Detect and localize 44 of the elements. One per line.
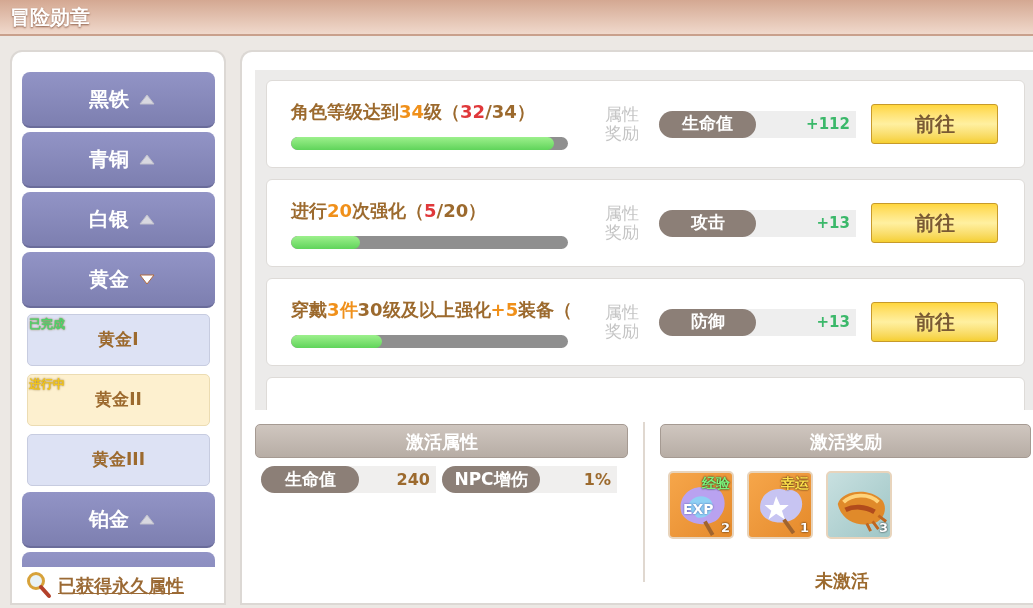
magnifier-icon <box>26 571 52 599</box>
section-header: 激活奖励 <box>660 424 1031 458</box>
section-header: 激活属性 <box>255 424 628 458</box>
stat-name: 生命值 <box>261 466 359 493</box>
attribute-value: +13 <box>815 212 851 234</box>
tier-item[interactable]: 黄金I 已完成 <box>27 314 210 366</box>
window-title: 冒险勋章 <box>10 4 90 31</box>
tier-item[interactable]: 黄金II 进行中 <box>27 374 210 426</box>
attribute-name: 防御 <box>659 308 756 336</box>
item-label: EXP <box>683 500 714 519</box>
reward-label: 属性奖励 <box>604 303 640 341</box>
permanent-attributes-link[interactable]: 已获得永久属性 <box>58 571 184 599</box>
activation-status: 未激活 <box>815 569 870 593</box>
status-label: 已完成 <box>29 316 65 333</box>
stat-value: 1% <box>582 468 612 491</box>
tier-item[interactable]: 黄金III <box>27 434 210 486</box>
go-button[interactable]: 前往 <box>871 203 998 243</box>
category-tab[interactable]: 黄金 <box>22 252 215 308</box>
reward-item[interactable]: 幸运 1 <box>747 471 813 539</box>
attribute-name: 攻击 <box>659 209 756 237</box>
reward-item[interactable]: 经验 EXP 2 <box>668 471 734 539</box>
item-tag: 幸运 <box>781 473 809 494</box>
stat-value: 240 <box>395 468 431 491</box>
go-button[interactable]: 前往 <box>871 104 998 144</box>
item-count: 1 <box>799 518 809 537</box>
category-tab[interactable]: 白银 <box>22 192 215 248</box>
reward-item[interactable]: 3 <box>826 471 892 539</box>
item-count: 2 <box>720 518 730 537</box>
stat-name: NPC增伤 <box>442 466 540 493</box>
task-title: 穿戴3件30级及以上强化+5装备（ <box>291 298 568 322</box>
status-label: 进行中 <box>29 376 65 393</box>
item-tag: 经验 <box>702 473 730 494</box>
category-tab[interactable]: 黑铁 <box>22 72 215 128</box>
reward-label: 属性奖励 <box>604 204 640 242</box>
attribute-name: 生命值 <box>659 110 756 138</box>
item-count: 3 <box>878 518 888 537</box>
task-title: 角色等级达到34级（32/34） <box>291 100 536 124</box>
go-button[interactable]: 前往 <box>871 302 998 342</box>
task-title: 进行20次强化（5/20） <box>291 199 488 223</box>
reward-label: 属性奖励 <box>604 105 640 143</box>
attribute-value: +13 <box>815 311 851 333</box>
category-tab[interactable]: 青铜 <box>22 132 215 188</box>
attribute-value: +112 <box>805 113 851 135</box>
category-tab[interactable]: 铂金 <box>22 492 215 548</box>
